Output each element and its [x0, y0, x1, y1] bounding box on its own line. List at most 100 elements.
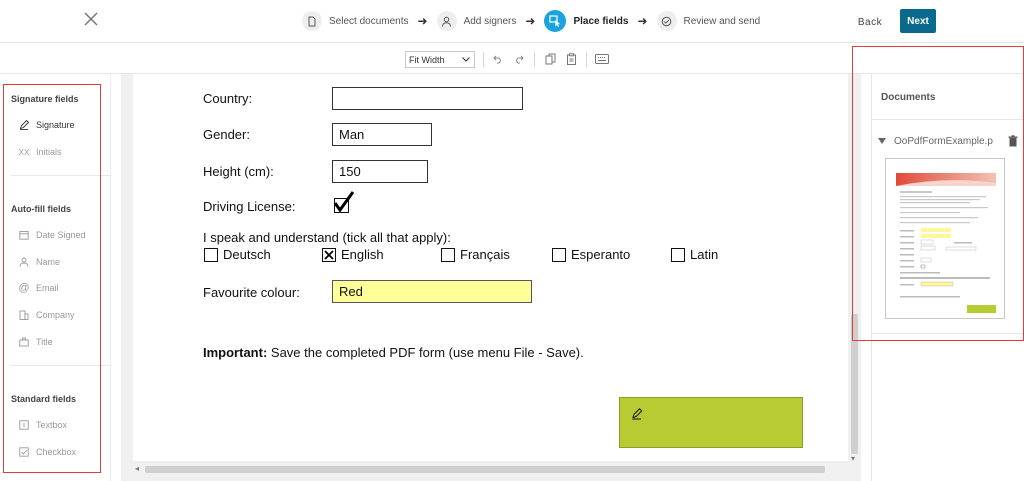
close-icon[interactable]	[82, 10, 100, 28]
step-select-documents[interactable]: Select documents	[302, 11, 409, 31]
field-label: Initials	[36, 147, 62, 157]
person-icon	[436, 11, 457, 31]
top-bar: Select documents ➜ Add signers ➜ Place f…	[0, 0, 1024, 43]
step-label: Add signers	[463, 15, 517, 27]
height-input[interactable]: 150	[332, 160, 428, 183]
arrow-right-icon: ➜	[417, 14, 428, 28]
document-name: OoPdfFormExample.p	[894, 135, 993, 147]
check-mark-icon	[333, 191, 355, 213]
field-initials[interactable]: XX Initials	[18, 144, 62, 160]
placed-signature-field[interactable]	[619, 397, 803, 448]
zoom-select[interactable]: Fit Width	[405, 51, 475, 68]
sidebar-divider	[10, 365, 110, 366]
language-label: Français	[460, 247, 510, 262]
initials-icon: XX	[18, 147, 30, 157]
important-note: Important: Save the completed PDF form (…	[203, 345, 584, 360]
document-toolbar: Fit Width	[0, 44, 1024, 74]
pen-icon	[632, 408, 643, 420]
step-label: Place fields	[573, 15, 629, 27]
arrow-right-icon: ➜	[637, 14, 648, 28]
section-title-autofill: Auto-fill fields	[11, 204, 71, 214]
field-signature[interactable]: Signature	[18, 117, 75, 133]
sidebar-divider	[10, 175, 110, 176]
important-text: Save the completed PDF form (use menu Fi…	[267, 345, 584, 360]
fields-sidebar: Signature fields Signature XX Initials A…	[0, 74, 111, 481]
field-date-signed[interactable]: Date Signed	[18, 227, 86, 243]
step-place-fields[interactable]: Place fields	[544, 10, 628, 32]
back-button[interactable]: Back	[855, 12, 885, 32]
field-company[interactable]: Company	[18, 307, 75, 323]
chevron-down-icon	[462, 57, 470, 62]
gender-input[interactable]: Man	[332, 123, 432, 146]
language-checkbox-deutsch[interactable]	[204, 248, 218, 262]
scroll-down-icon[interactable]: ▾	[851, 454, 855, 463]
section-title-signature: Signature fields	[11, 94, 79, 104]
pdf-page: Country: Gender: Man Height (cm): 150 Dr…	[133, 74, 848, 461]
field-textbox[interactable]: Textbox	[18, 417, 67, 433]
step-label: Select documents	[329, 15, 409, 27]
redo-icon[interactable]	[511, 51, 527, 67]
vertical-scroll-thumb[interactable]	[851, 314, 858, 454]
caret-down-icon[interactable]	[878, 138, 886, 144]
step-add-signers[interactable]: Add signers	[436, 11, 517, 31]
favourite-colour-input[interactable]: Red	[332, 280, 532, 303]
field-email[interactable]: @ Email	[18, 280, 58, 296]
document-item[interactable]: OoPdfFormExample.p	[878, 133, 1018, 149]
scroll-left-icon[interactable]: ◂	[135, 464, 139, 473]
important-bold: Important:	[203, 345, 268, 360]
briefcase-icon	[18, 336, 30, 348]
person-icon	[18, 256, 30, 268]
clipboard-icon[interactable]	[563, 51, 579, 67]
checkbox-icon	[18, 446, 30, 458]
place-fields-icon	[544, 10, 567, 32]
documents-title: Documents	[881, 92, 936, 103]
step-label: Review and send	[683, 15, 761, 27]
field-name[interactable]: Name	[18, 254, 60, 270]
field-label: Textbox	[36, 420, 68, 430]
country-label: Country:	[203, 91, 253, 106]
calendar-icon	[18, 229, 30, 241]
driving-license-checkbox[interactable]	[333, 191, 355, 213]
language-checkbox-francais[interactable]	[441, 248, 455, 262]
language-label: Deutsch	[223, 247, 271, 262]
field-label: Title	[36, 337, 53, 347]
at-icon: @	[18, 282, 30, 294]
pen-icon	[18, 119, 30, 131]
favourite-colour-label: Favourite colour:	[203, 285, 300, 300]
document-thumbnail[interactable]	[885, 158, 1005, 319]
field-label: Name	[36, 257, 61, 267]
horizontal-scrollbar[interactable]: ◂	[133, 463, 848, 476]
country-input[interactable]	[332, 87, 523, 110]
language-checkbox-latin[interactable]	[671, 248, 685, 262]
zoom-value: Fit Width	[409, 54, 445, 65]
wizard-steps: Select documents ➜ Add signers ➜ Place f…	[302, 9, 760, 33]
field-label: Company	[36, 310, 75, 320]
next-button[interactable]: Next	[900, 9, 936, 33]
textbox-icon	[18, 419, 30, 431]
arrow-right-icon: ➜	[525, 14, 536, 28]
step-review-and-send[interactable]: Review and send	[656, 11, 761, 31]
language-checkbox-esperanto[interactable]	[552, 248, 566, 262]
gender-label: Gender:	[203, 127, 250, 142]
field-title[interactable]: Title	[18, 334, 53, 350]
language-label: Latin	[690, 247, 719, 262]
building-icon	[18, 309, 30, 321]
field-label: Checkbox	[36, 447, 77, 457]
document-icon	[302, 11, 322, 31]
trash-icon[interactable]	[1008, 135, 1018, 147]
language-label: Esperanto	[571, 247, 631, 262]
horizontal-scroll-thumb[interactable]	[145, 466, 825, 473]
speak-label: I speak and understand (tick all that ap…	[203, 230, 451, 245]
copy-icon[interactable]	[542, 51, 558, 67]
undo-icon[interactable]	[490, 51, 506, 67]
panel-divider	[871, 333, 1024, 334]
field-checkbox[interactable]: Checkbox	[18, 444, 76, 460]
vertical-scrollbar[interactable]: ▾	[848, 74, 861, 467]
toolbar-divider	[534, 52, 535, 67]
section-title-standard: Standard fields	[11, 394, 77, 404]
language-checkbox-english[interactable]	[322, 248, 336, 262]
keyboard-icon[interactable]	[594, 51, 610, 67]
toolbar-divider	[483, 52, 484, 67]
height-label: Height (cm):	[203, 164, 274, 179]
x-mark-icon	[324, 250, 334, 260]
